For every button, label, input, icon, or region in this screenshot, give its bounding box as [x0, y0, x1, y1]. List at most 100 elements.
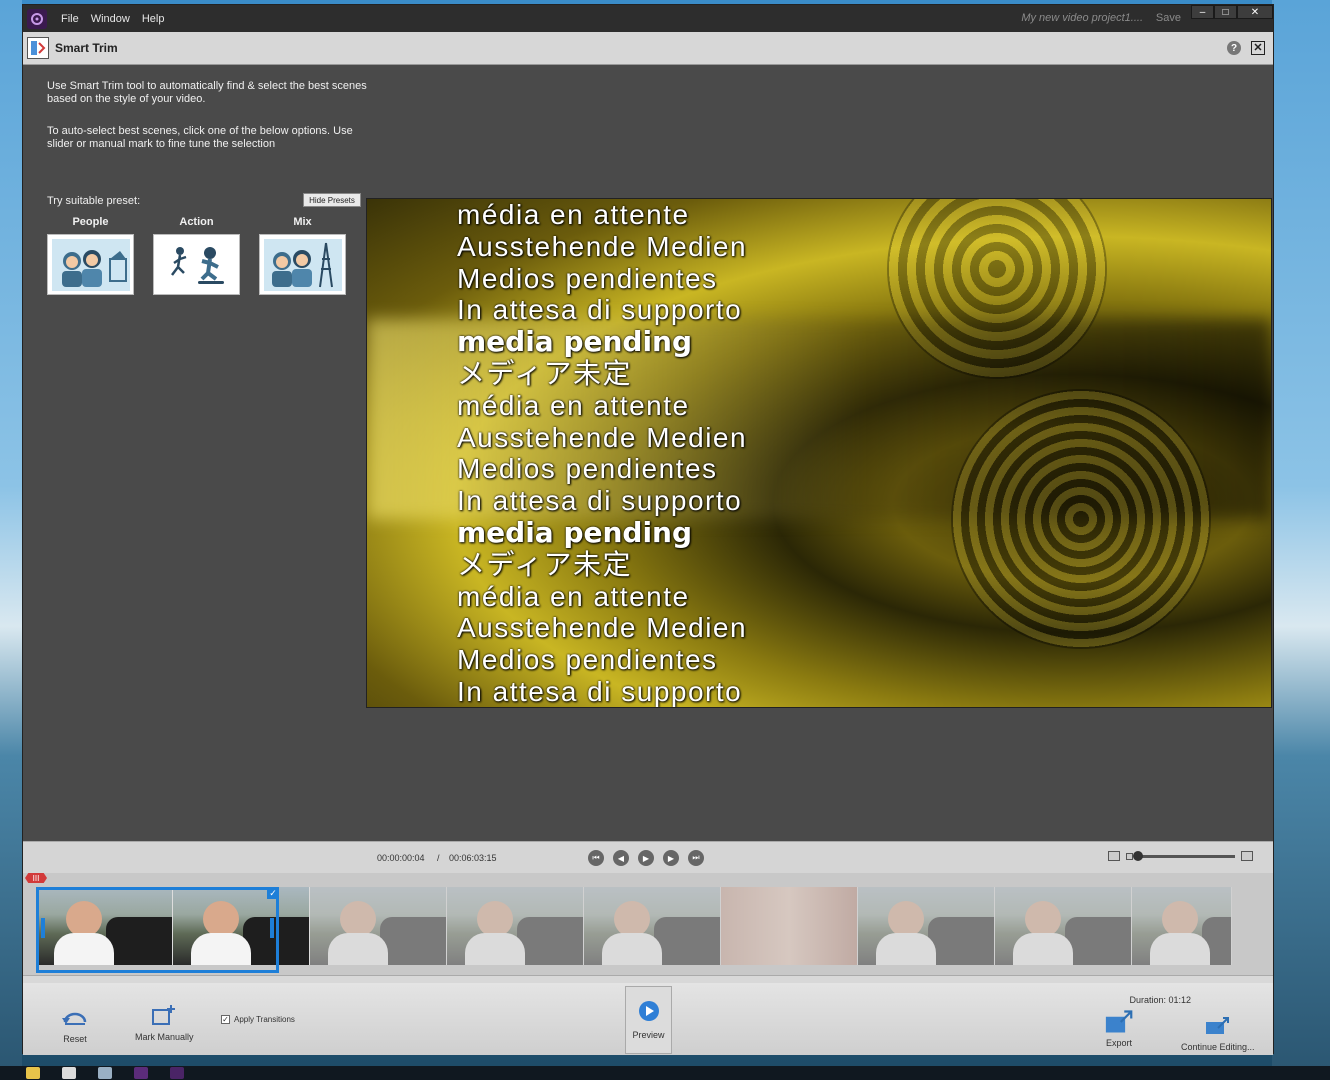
- preview-line: In attesa di supporto: [457, 485, 743, 517]
- mark-manually-button[interactable]: Mark Manually: [135, 1003, 194, 1042]
- duration-readout: Duration: 01:12: [1129, 995, 1191, 1005]
- zoom-out-icon[interactable]: [1108, 851, 1120, 861]
- reset-label: Reset: [63, 1034, 87, 1044]
- menu-bar: File Window Help My new video project1..…: [23, 5, 1273, 32]
- preview-line: メディア未定: [457, 357, 633, 389]
- clip-frame[interactable]: [858, 887, 995, 965]
- continue-editing-icon: [1204, 1013, 1232, 1039]
- preset-header: Try suitable preset: Hide Presets: [47, 193, 363, 208]
- export-button[interactable]: Export: [1105, 1009, 1133, 1048]
- menu-file[interactable]: File: [61, 13, 79, 25]
- preview-rings: [951, 389, 1211, 649]
- preview-line: Ausstehende Medien: [457, 612, 748, 644]
- store-icon[interactable]: [26, 1067, 40, 1079]
- preview-line: media pending: [457, 325, 693, 359]
- preview-line: média en attente: [457, 199, 690, 230]
- clip-frame[interactable]: [995, 887, 1132, 965]
- desktop-background-left: [0, 0, 22, 1080]
- mark-manually-icon: [150, 1003, 178, 1029]
- minimize-button[interactable]: –: [1191, 5, 1214, 19]
- timecode-separator: /: [437, 853, 440, 863]
- clip-frame[interactable]: [173, 887, 310, 965]
- panel-title: Smart Trim: [55, 41, 118, 55]
- hide-presets-button[interactable]: Hide Presets: [303, 193, 361, 207]
- mail-icon[interactable]: [62, 1067, 76, 1079]
- current-timecode: 00:00:00:04: [377, 853, 425, 863]
- description-para-1: Use Smart Trim tool to automatically fin…: [47, 80, 367, 105]
- preset-label: Try suitable preset:: [47, 195, 141, 207]
- export-icon: [1105, 1009, 1133, 1035]
- people-preset-icon[interactable]: [47, 234, 134, 295]
- video-preview[interactable]: média en attente Ausstehende Medien Medi…: [366, 198, 1272, 708]
- clip-frame[interactable]: [1132, 887, 1232, 965]
- step-forward-button[interactable]: ▶: [663, 850, 679, 866]
- zoom-slider[interactable]: [1133, 850, 1235, 861]
- apply-transitions[interactable]: ✓ Apply Transitions: [221, 1015, 295, 1024]
- maximize-button[interactable]: □: [1214, 5, 1237, 19]
- continue-editing-label: Continue Editing...: [1181, 1042, 1255, 1052]
- transport-buttons: ⏮ ◀ ▶ ▶ ⏭: [588, 850, 704, 866]
- app-logo-icon: [27, 8, 47, 29]
- smart-trim-icon: [27, 37, 49, 59]
- preview-play-icon: [638, 1000, 660, 1024]
- project-name[interactable]: My new video project1....: [1021, 12, 1143, 24]
- close-panel-button[interactable]: ✕: [1251, 41, 1265, 55]
- preset-mix[interactable]: Mix: [259, 216, 346, 295]
- zoom-in-icon[interactable]: [1241, 851, 1253, 861]
- preview-line: Ausstehende Medien: [457, 421, 748, 453]
- zoom-small-icon[interactable]: [1126, 852, 1133, 860]
- clip-frame[interactable]: [310, 887, 447, 965]
- preset-list: People Action Mix: [47, 216, 346, 295]
- preview-line: média en attente: [457, 580, 690, 612]
- continue-editing-button[interactable]: Continue Editing...: [1181, 1013, 1255, 1052]
- go-to-end-button[interactable]: ⏭: [688, 850, 704, 866]
- taskbar: [0, 1066, 1330, 1080]
- preview-button[interactable]: Preview: [625, 986, 672, 1054]
- timeline[interactable]: III ✓: [23, 873, 1273, 983]
- save-button[interactable]: Save: [1156, 12, 1181, 24]
- help-icon[interactable]: ?: [1227, 41, 1241, 55]
- menu-help[interactable]: Help: [142, 13, 165, 25]
- clip-frame[interactable]: [584, 887, 721, 965]
- zoom-control: [1108, 850, 1253, 861]
- desktop-background-right: [1272, 0, 1330, 1080]
- mix-preset-icon[interactable]: [259, 234, 346, 295]
- preset-name: People: [72, 216, 109, 228]
- clip-frame[interactable]: [36, 887, 173, 965]
- preset-name: Mix: [293, 216, 312, 228]
- mark-manually-label: Mark Manually: [135, 1032, 194, 1042]
- reset-button[interactable]: Reset: [61, 1005, 89, 1044]
- timeline-scrollbar[interactable]: [23, 975, 1273, 983]
- window-controls: – □ ✕: [1191, 5, 1273, 19]
- action-preset-icon[interactable]: [153, 234, 240, 295]
- export-label: Export: [1105, 1038, 1132, 1048]
- preview-line: media pending: [457, 515, 693, 549]
- preview-line: média en attente: [457, 389, 690, 421]
- preview-line: Ausstehende Medien: [457, 230, 748, 262]
- preview-line: Medios pendientes: [457, 453, 718, 485]
- preview-line: In attesa di supporto: [457, 294, 743, 326]
- clip-frame[interactable]: [447, 887, 584, 965]
- step-back-button[interactable]: ◀: [613, 850, 629, 866]
- elements-organizer-icon[interactable]: [170, 1067, 184, 1079]
- description-para-2: To auto-select best scenes, click one of…: [47, 125, 353, 150]
- preview-line: Medios pendientes: [457, 262, 718, 294]
- preset-action[interactable]: Action: [153, 216, 240, 295]
- premiere-elements-icon[interactable]: [134, 1067, 148, 1079]
- app-window: File Window Help My new video project1..…: [22, 4, 1274, 1055]
- panel-titlebar: Smart Trim ? ✕: [23, 32, 1273, 65]
- playhead-marker[interactable]: III: [25, 873, 47, 883]
- play-button[interactable]: ▶: [638, 850, 654, 866]
- preview-label: Preview: [632, 1030, 665, 1040]
- preset-people[interactable]: People: [47, 216, 134, 295]
- app-icon[interactable]: [98, 1067, 112, 1079]
- apply-transitions-checkbox[interactable]: ✓: [221, 1015, 230, 1024]
- clip-frame[interactable]: [721, 887, 858, 965]
- menu-window[interactable]: Window: [91, 13, 130, 25]
- media-pending-text: média en attente Ausstehende Medien Medi…: [457, 199, 748, 707]
- go-to-start-button[interactable]: ⏮: [588, 850, 604, 866]
- filmstrip[interactable]: [36, 887, 1232, 965]
- preset-name: Action: [179, 216, 214, 228]
- close-window-button[interactable]: ✕: [1237, 5, 1273, 19]
- zoom-slider-knob[interactable]: [1133, 850, 1143, 861]
